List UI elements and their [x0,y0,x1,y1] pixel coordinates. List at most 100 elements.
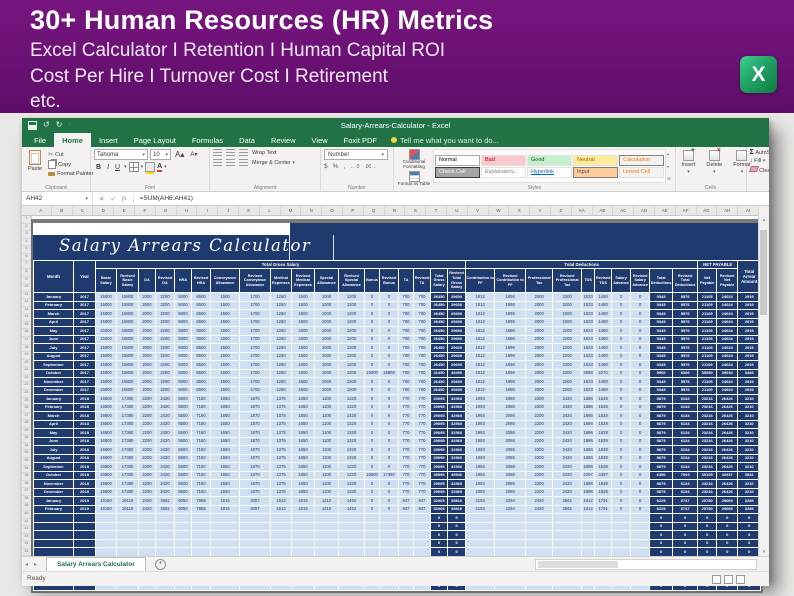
value-cell[interactable]: 0 [380,420,399,429]
value-cell[interactable]: 0 [631,471,650,480]
scroll-down-icon[interactable]: ▾ [759,549,769,555]
value-cell[interactable]: 2200 [139,412,156,421]
value-cell[interactable]: 1870 [240,412,271,421]
value-cell[interactable]: 0 [380,378,399,387]
value-cell[interactable]: 5879 [650,454,673,463]
value-cell[interactable]: 1000 [315,378,339,387]
value-cell[interactable]: 770 [399,463,414,472]
value-cell[interactable]: 1500 [292,293,315,302]
value-cell[interactable] [495,514,526,523]
fill-color-icon[interactable] [145,162,155,172]
value-cell[interactable]: 0 [365,378,380,387]
value-cell[interactable]: 1700 [240,344,271,353]
value-cell[interactable]: 0 [431,514,448,523]
value-cell[interactable]: 700 [414,327,431,336]
value-cell[interactable]: 24024 [717,293,738,302]
value-cell[interactable]: 2420 [553,488,582,497]
value-cell[interactable]: 2086 [495,454,526,463]
value-cell[interactable]: 0 [612,488,631,497]
value-cell[interactable]: 5000 [175,344,192,353]
value-cell[interactable]: 23216 [698,395,717,404]
column-letter[interactable]: Y [530,206,551,215]
value-cell[interactable]: 25780 [698,497,717,506]
value-cell[interactable]: 770 [414,480,431,489]
value-cell[interactable]: 16500 [96,395,117,404]
value-cell[interactable]: 0 [365,395,380,404]
value-cell[interactable]: 1200 [339,335,365,344]
value-cell[interactable]: 15000 [96,318,117,327]
value-cell[interactable]: 15000 [96,386,117,395]
value-cell[interactable]: 0 [380,505,399,514]
value-cell[interactable]: 49940 [448,471,466,480]
value-cell[interactable]: 2200 [139,471,156,480]
month-cell[interactable]: January [34,293,74,302]
value-cell[interactable]: 1500 [292,361,315,370]
value-cell[interactable]: 1320 [339,480,365,489]
value-cell[interactable] [292,514,315,523]
insert-function-icon[interactable]: fx [122,195,127,202]
value-cell[interactable] [526,539,553,548]
value-cell[interactable]: 15800 [117,378,139,387]
borders-icon[interactable] [129,162,139,172]
value-cell[interactable]: 2200 [526,471,553,480]
value-cell[interactable]: 5500 [175,420,192,429]
value-cell[interactable]: 35816 [448,497,466,506]
value-cell[interactable]: 1250 [271,293,292,302]
value-cell[interactable] [96,522,117,531]
value-cell[interactable]: 23216 [698,403,717,412]
month-cell[interactable]: February [34,301,74,310]
value-cell[interactable]: 2200 [156,310,175,319]
value-cell[interactable]: 1375 [271,446,292,455]
value-cell[interactable]: 0 [380,310,399,319]
grow-font-button[interactable]: A▴ [173,150,186,159]
value-cell[interactable]: 1533 [582,335,595,344]
value-cell[interactable]: 18150 [96,505,117,514]
clear-button[interactable]: Clear ▾ [750,166,769,174]
value-cell[interactable]: 1250 [271,344,292,353]
value-cell[interactable]: 1320 [339,412,365,421]
value-cell[interactable]: 1628 [595,488,612,497]
value-cell[interactable]: 2200 [156,318,175,327]
value-cell[interactable]: 5000 [175,327,192,336]
value-cell[interactable]: 5000 [175,369,192,378]
value-cell[interactable]: 5345 [650,352,673,361]
cancel-icon[interactable]: ✕ [99,195,104,203]
cell-style-bad[interactable]: Bad [481,155,526,166]
value-cell[interactable]: 5500 [175,463,192,472]
value-cell[interactable]: 6134 [673,429,698,438]
value-cell[interactable]: 0 [673,548,698,557]
value-cell[interactable]: 2420 [553,429,582,438]
row-number[interactable]: 32 [22,450,31,458]
month-cell[interactable] [34,514,74,523]
value-cell[interactable]: 2420 [526,505,553,514]
value-cell[interactable]: 2662 [156,497,175,506]
value-cell[interactable]: 1896 [495,318,526,327]
value-cell[interactable] [271,548,292,557]
value-cell[interactable]: 1250 [271,352,292,361]
horizontal-scrollbar[interactable] [535,559,757,570]
value-cell[interactable]: 1896 [495,310,526,319]
value-cell[interactable]: 2200 [526,488,553,497]
value-cell[interactable]: 0 [448,531,466,540]
value-cell[interactable]: 2000 [139,369,156,378]
value-cell[interactable]: 1375 [271,403,292,412]
value-cell[interactable]: 2200 [156,352,175,361]
value-cell[interactable] [466,531,495,540]
value-cell[interactable]: 1320 [339,471,365,480]
value-cell[interactable] [414,548,431,557]
value-cell[interactable]: 1993 [466,446,495,455]
value-cell[interactable]: 2193 [466,497,495,506]
value-cell[interactable]: 1375 [271,429,292,438]
value-cell[interactable] [271,531,292,540]
value-cell[interactable] [595,531,612,540]
value-cell[interactable] [139,548,156,557]
value-cell[interactable]: 15800 [117,335,139,344]
row-number[interactable]: 7 [22,261,31,269]
value-cell[interactable] [175,514,192,523]
year-cell[interactable]: 2017 [74,310,96,319]
value-cell[interactable]: 1500 [211,335,240,344]
value-cell[interactable]: 45400 [448,369,466,378]
value-cell[interactable]: 15800 [117,361,139,370]
row-number[interactable]: 39 [22,503,31,511]
value-cell[interactable]: 26450 [431,344,448,353]
